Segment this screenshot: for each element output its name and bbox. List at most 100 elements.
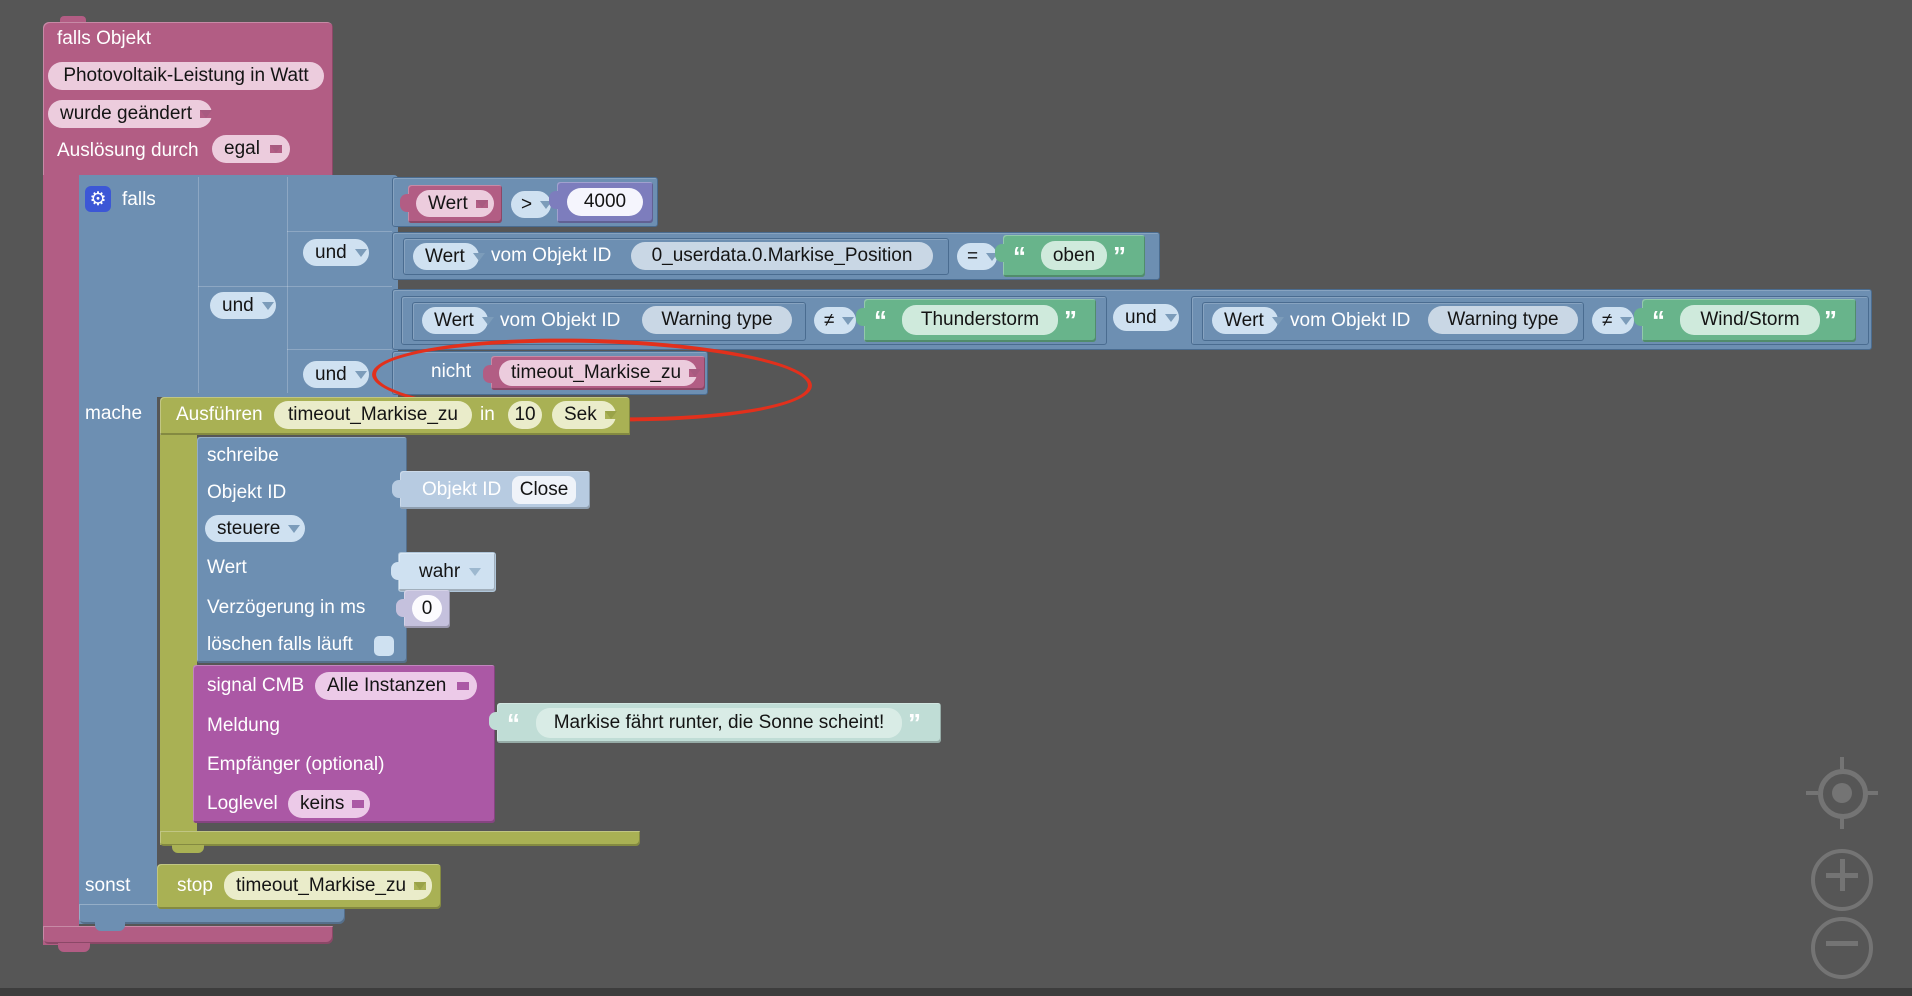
- comparison-b[interactable]: Wert vom Objekt ID Warning type ≠ “ Wind…: [1191, 296, 1869, 345]
- exec-label: Ausführen: [176, 404, 263, 425]
- timeout-stop-block[interactable]: stop timeout_Markise_zu: [157, 864, 441, 909]
- chevron-down-icon: [270, 145, 282, 153]
- quote-close-icon: ”: [1064, 305, 1077, 335]
- number-field[interactable]: 4000: [567, 188, 643, 216]
- control-mode: steuere: [217, 517, 281, 539]
- quote-open-icon: “: [1652, 305, 1665, 335]
- control-delay-label: Verzögerung in ms: [207, 597, 366, 618]
- string-field[interactable]: oben: [1041, 241, 1107, 270]
- quote-close-icon: ”: [1113, 241, 1126, 271]
- chevron-down-icon: [288, 524, 301, 533]
- chevron-down-icon: [352, 800, 365, 808]
- puzzle-tab: [549, 191, 559, 209]
- value-dropdown[interactable]: Wert: [413, 243, 485, 270]
- of-object-label: vom Objekt ID: [500, 310, 621, 331]
- chevron-down-icon: [604, 411, 617, 419]
- operator-label: ≠: [824, 309, 835, 331]
- and-dropdown-2[interactable]: und: [303, 361, 369, 388]
- timeout-delay-field[interactable]: 10: [508, 401, 542, 429]
- crosshair-tick: [1806, 791, 1818, 795]
- chevron-down-icon: [457, 682, 469, 690]
- operator-dropdown[interactable]: =: [957, 243, 999, 270]
- object-id-field[interactable]: Warning type: [642, 306, 792, 334]
- operator-dropdown[interactable]: >: [511, 191, 553, 218]
- blockly-workspace[interactable]: falls Objekt Photovoltaik-Leistung in Wa…: [0, 0, 1912, 996]
- trigger-event-dropdown[interactable]: wurde geändert: [48, 100, 213, 128]
- and-dropdown-1[interactable]: und: [303, 239, 369, 266]
- block-seam: [198, 286, 392, 287]
- timeout-name-field[interactable]: timeout_Markise_zu: [274, 401, 472, 429]
- message-string-block[interactable]: “ Markise fährt runter, die Sonne schein…: [489, 703, 941, 743]
- boolean-block[interactable]: wahr: [391, 552, 496, 592]
- control-object-id-label: Objekt ID: [207, 482, 287, 503]
- timeout-exec-bottom: [160, 831, 640, 846]
- object-id-shadow-field[interactable]: Close: [512, 476, 576, 504]
- and-dropdown-outer[interactable]: und: [210, 292, 276, 319]
- timeout-unit-dropdown[interactable]: Sek: [552, 401, 617, 429]
- value-label: Wert: [428, 192, 468, 214]
- value-dropdown[interactable]: Wert: [416, 190, 494, 217]
- chevron-down-icon: [842, 316, 855, 325]
- operator-dropdown[interactable]: ≠: [814, 307, 856, 334]
- message-field[interactable]: Markise fährt runter, die Sonne scheint!: [536, 708, 902, 738]
- control-value-label: Wert: [207, 557, 247, 578]
- object-id-field[interactable]: 0_userdata.0.Markise_Position: [631, 242, 933, 270]
- value-dropdown[interactable]: Wert: [1212, 307, 1284, 334]
- boolean-dropdown[interactable]: wahr: [407, 558, 489, 585]
- gear-icon[interactable]: ⚙: [85, 186, 111, 212]
- trigger-block-bottom: [43, 926, 333, 944]
- chevron-down-icon: [475, 199, 488, 208]
- number-block[interactable]: 4000: [549, 182, 653, 223]
- chevron-down-icon: [1164, 313, 1177, 322]
- signal-instance: Alle Instanzen: [327, 675, 447, 696]
- object-id-shadow-label: Objekt ID: [422, 479, 502, 500]
- signal-block[interactable]: signal CMB Alle Instanzen Meldung Empfän…: [193, 665, 495, 823]
- string-block[interactable]: “ oben ”: [995, 235, 1145, 277]
- string-field[interactable]: Thunderstorm: [902, 305, 1058, 335]
- and-label: und: [1125, 306, 1157, 328]
- timeout-exec-spine: [160, 435, 197, 845]
- signal-title: signal CMB: [207, 675, 305, 696]
- timeout-exec-block[interactable]: Ausführen timeout_Markise_zu in 10 Sek: [160, 397, 630, 435]
- trigger-by-dropdown[interactable]: egal: [212, 135, 290, 163]
- control-state-block[interactable]: schreibe Objekt ID steuere Wert Verzöger…: [197, 437, 407, 663]
- control-title: schreibe: [207, 445, 279, 466]
- chevron-down-icon: [481, 316, 494, 325]
- value-label: Wert: [434, 309, 474, 331]
- signal-receiver-label: Empfänger (optional): [207, 754, 385, 775]
- plus-icon: [1840, 859, 1845, 891]
- control-mode-dropdown[interactable]: steuere: [205, 515, 305, 542]
- condition-row1[interactable]: Wert > 4000: [392, 177, 658, 227]
- value-block[interactable]: Wert: [400, 185, 502, 223]
- delay-number-field[interactable]: 0: [412, 595, 442, 622]
- operator-label: =: [967, 245, 979, 267]
- string-block[interactable]: “ Thunderstorm ”: [856, 299, 1096, 342]
- chevron-down-icon: [472, 252, 485, 261]
- of-object-label: vom Objekt ID: [491, 245, 612, 266]
- trigger-object-field[interactable]: Photovoltaik-Leistung in Watt: [48, 62, 324, 90]
- clear-running-checkbox[interactable]: [374, 636, 394, 656]
- quote-open-icon: “: [507, 708, 520, 738]
- block-bottom-tab: [172, 845, 204, 853]
- stop-label: stop: [177, 875, 213, 896]
- delay-number-block[interactable]: 0: [396, 590, 450, 628]
- operator-dropdown[interactable]: ≠: [1592, 307, 1634, 334]
- puzzle-tab: [392, 480, 402, 498]
- comparison-a[interactable]: Wert vom Objekt ID Warning type ≠ “ Thun…: [401, 296, 1107, 345]
- condition-row2[interactable]: Wert vom Objekt ID 0_userdata.0.Markise_…: [392, 232, 1160, 280]
- and-dropdown-row3[interactable]: und: [1113, 304, 1179, 331]
- string-block[interactable]: “ Wind/Storm ”: [1634, 299, 1856, 342]
- signal-instance-dropdown[interactable]: Alle Instanzen: [315, 672, 477, 700]
- trigger-by-value: egal: [224, 138, 260, 159]
- signal-loglevel-value: keins: [300, 793, 345, 814]
- stop-timeout-dropdown[interactable]: timeout_Markise_zu: [224, 871, 432, 900]
- object-id-shadow-block[interactable]: Objekt ID Close: [392, 471, 590, 509]
- chevron-down-icon: [200, 110, 213, 118]
- object-id-field[interactable]: Warning type: [1428, 306, 1578, 334]
- string-field[interactable]: Wind/Storm: [1680, 305, 1820, 335]
- crosshair-tick: [1840, 817, 1844, 829]
- timeout-unit: Sek: [564, 404, 597, 425]
- signal-loglevel-dropdown[interactable]: keins: [288, 790, 370, 818]
- value-dropdown[interactable]: Wert: [422, 307, 494, 334]
- stop-timeout-name: timeout_Markise_zu: [236, 874, 407, 896]
